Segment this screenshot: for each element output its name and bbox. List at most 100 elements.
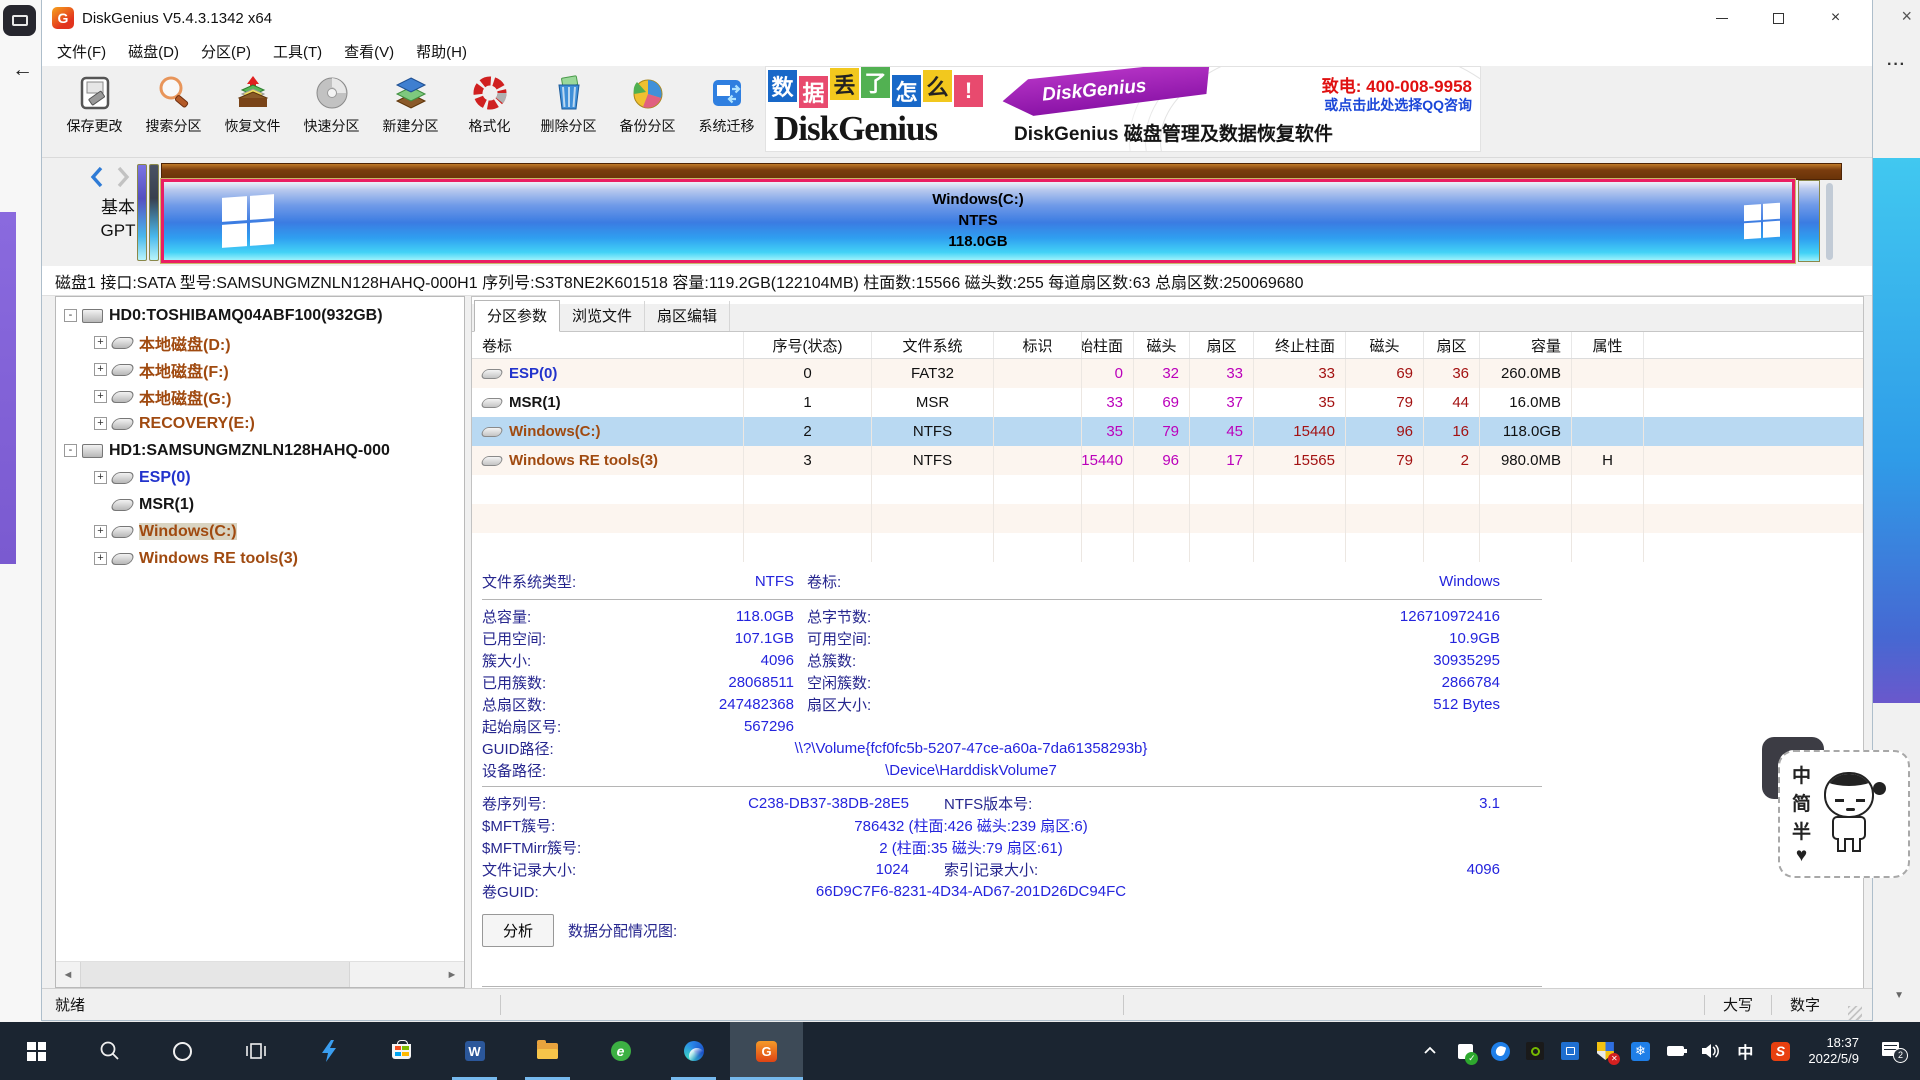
tree-expander-icon[interactable]: - (64, 309, 77, 322)
maximize-button[interactable] (1750, 0, 1807, 36)
cortana-button[interactable] (146, 1022, 219, 1080)
taskbar-search-button[interactable] (73, 1022, 146, 1080)
tree-expander-icon[interactable]: + (94, 363, 107, 376)
tray-sogou-icon[interactable]: S (1769, 1040, 1791, 1062)
column-header[interactable]: 磁头 (1134, 332, 1190, 358)
tray-snowflake-icon[interactable]: ❄ (1629, 1040, 1651, 1062)
tree-expander-icon[interactable]: + (94, 417, 107, 430)
column-header[interactable]: 序号(状态) (744, 332, 872, 358)
ime-status-widget[interactable]: 中 简 半 ♥ (1778, 750, 1910, 878)
edge-button[interactable] (657, 1022, 730, 1080)
column-header[interactable]: 磁头 (1346, 332, 1424, 358)
tray-expand-button[interactable] (1419, 1040, 1441, 1062)
menu-item[interactable]: 查看(V) (333, 41, 405, 62)
tray-power-icon[interactable] (1664, 1040, 1686, 1062)
tray-messenger-icon[interactable] (1489, 1040, 1511, 1062)
green-browser-button[interactable]: e (584, 1022, 657, 1080)
delete-partition-button[interactable]: 删除分区 (529, 66, 608, 157)
column-header[interactable]: 扇区 (1190, 332, 1254, 358)
menu-item[interactable]: 文件(F) (46, 41, 117, 62)
word-button[interactable]: W (438, 1022, 511, 1080)
background-close-icon[interactable]: × (1901, 6, 1912, 27)
disk-bar-scrollbar[interactable] (1826, 183, 1833, 260)
tray-volume-icon[interactable] (1699, 1040, 1721, 1062)
disk-bar[interactable] (161, 163, 1842, 180)
save-changes-button[interactable]: 保存更改 (55, 66, 134, 157)
partition-bar-windows-c[interactable]: Windows(C:) NTFS 118.0GB (161, 179, 1795, 263)
partition-bar-msr[interactable] (149, 164, 159, 261)
column-header[interactable]: 属性 (1572, 332, 1644, 358)
diskgenius-taskbar-button[interactable]: G (730, 1022, 803, 1080)
flash-app-button[interactable] (292, 1022, 365, 1080)
file-explorer-button[interactable] (511, 1022, 584, 1080)
search-partition-button[interactable]: 搜索分区 (134, 66, 213, 157)
microsoft-store-button[interactable] (365, 1022, 438, 1080)
background-app-icon[interactable] (3, 5, 36, 36)
column-header[interactable]: 扇区 (1424, 332, 1480, 358)
next-disk-arrow-icon[interactable] (114, 166, 130, 188)
tree-expander-icon[interactable]: + (94, 390, 107, 403)
close-button[interactable]: × (1807, 0, 1864, 36)
table-row[interactable]: ESP(0) 0 FAT32 0 32 33 33 69 36 260.0MB (472, 359, 1863, 388)
menu-item[interactable]: 分区(P) (190, 41, 262, 62)
tree-item[interactable]: MSR(1) (56, 491, 464, 518)
tree-item[interactable]: + RECOVERY(E:) (56, 410, 464, 437)
tree-item[interactable]: + 本地磁盘(G:) (56, 383, 464, 410)
resize-grip[interactable] (1848, 1006, 1862, 1020)
column-header[interactable]: 文件系统 (872, 332, 994, 358)
start-button[interactable] (0, 1022, 73, 1080)
backup-partition-button[interactable]: 备份分区 (608, 66, 687, 157)
banner-qq-link[interactable]: 或点击此处选择QQ咨询 (1324, 95, 1472, 115)
partition-bar-windows-re[interactable] (1798, 180, 1820, 262)
format-button[interactable]: 格式化 (450, 66, 529, 157)
tray-antivirus-icon[interactable] (1454, 1040, 1476, 1062)
system-migration-button[interactable]: 系统迁移 (687, 66, 766, 157)
recover-files-button[interactable]: 恢复文件 (213, 66, 292, 157)
tree-expander-icon[interactable]: - (64, 444, 77, 457)
tree-expander-icon[interactable]: + (94, 471, 107, 484)
tree-item[interactable]: + 本地磁盘(F:) (56, 356, 464, 383)
tray-security-shield-icon[interactable]: ✕ (1594, 1040, 1616, 1062)
tree-item[interactable]: + Windows RE tools(3) (56, 545, 464, 572)
tree-item[interactable]: + Windows(C:) (56, 518, 464, 545)
background-overflow-icon[interactable]: ··· (1887, 56, 1906, 74)
partition-bar-esp[interactable] (137, 164, 147, 261)
tree-item[interactable]: + ESP(0) (56, 464, 464, 491)
scroll-right-icon[interactable]: ► (440, 969, 464, 981)
taskbar-clock[interactable]: 18:37 2022/5/9 (1808, 1035, 1859, 1067)
column-header[interactable]: 标识 (994, 332, 1082, 358)
quick-partition-button[interactable]: 快速分区 (292, 66, 371, 157)
column-header[interactable]: 终止柱面 (1254, 332, 1346, 358)
tray-nvidia-icon[interactable] (1524, 1040, 1546, 1062)
back-arrow-icon[interactable]: ← (12, 58, 33, 82)
column-header[interactable]: 起始柱面 (1082, 332, 1134, 358)
tree-expander-icon[interactable]: + (94, 552, 107, 565)
minimize-button[interactable] (1693, 0, 1750, 36)
analyze-button[interactable]: 分析 (482, 914, 554, 947)
table-row[interactable]: MSR(1) 1 MSR 33 69 37 35 79 44 16.0MB (472, 388, 1863, 417)
tree-item[interactable]: - HD0:TOSHIBAMQ04ABF100(932GB) (56, 302, 464, 329)
background-dropdown-icon[interactable]: ▼ (1894, 990, 1904, 1001)
new-partition-button[interactable]: 新建分区 (371, 66, 450, 157)
tray-intel-icon[interactable] (1559, 1040, 1581, 1062)
prev-disk-arrow-icon[interactable] (90, 166, 106, 188)
tree-item[interactable]: + 本地磁盘(D:) (56, 329, 464, 356)
tree-expander-icon[interactable]: + (94, 525, 107, 538)
scrollbar-thumb[interactable] (80, 962, 350, 987)
tree-expander-icon[interactable]: + (94, 336, 107, 349)
table-row[interactable]: Windows RE tools(3) 3 NTFS 15440 96 17 1… (472, 446, 1863, 475)
ad-banner[interactable]: 数据丢了怎么! DiskGenius DiskGenius 致电: 400-00… (765, 66, 1481, 152)
tab[interactable]: 浏览文件 (560, 301, 645, 331)
scroll-left-icon[interactable]: ◄ (56, 969, 80, 981)
tab[interactable]: 分区参数 (474, 300, 560, 332)
ime-language-indicator[interactable]: 中 (1734, 1040, 1756, 1062)
task-view-button[interactable] (219, 1022, 292, 1080)
menu-item[interactable]: 帮助(H) (405, 41, 478, 62)
table-row[interactable]: Windows(C:) 2 NTFS 35 79 45 15440 96 16 … (472, 417, 1863, 446)
tree-horizontal-scrollbar[interactable]: ◄ ► (56, 961, 464, 987)
column-header[interactable]: 卷标 (472, 332, 744, 358)
tab[interactable]: 扇区编辑 (645, 301, 730, 331)
menu-item[interactable]: 磁盘(D) (117, 41, 190, 62)
menu-item[interactable]: 工具(T) (262, 41, 333, 62)
tree-item[interactable]: - HD1:SAMSUNGMZNLN128HAHQ-000 (56, 437, 464, 464)
